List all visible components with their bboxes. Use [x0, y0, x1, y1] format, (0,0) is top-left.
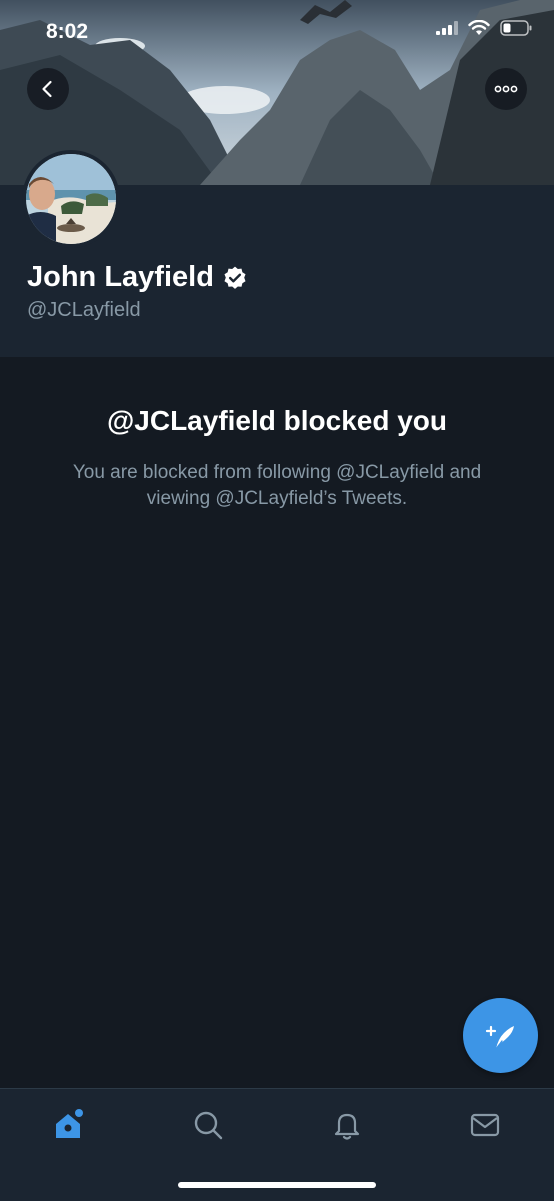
cellular-signal-icon	[436, 21, 458, 35]
avatar[interactable]	[22, 150, 120, 248]
bell-icon	[334, 1113, 360, 1140]
back-arrow-icon	[42, 80, 52, 98]
verified-badge-icon	[224, 266, 246, 289]
blocked-description: You are blocked from following @JCLayfie…	[72, 462, 482, 509]
back-button[interactable]	[27, 68, 69, 110]
wifi-icon	[468, 20, 490, 35]
compose-tweet-icon	[485, 1025, 514, 1050]
battery-icon	[500, 20, 532, 36]
mail-icon	[470, 1113, 500, 1137]
profile-handle: @JCLayfield	[27, 299, 141, 321]
avatar-photo	[26, 154, 116, 244]
home-icon	[56, 1109, 83, 1138]
compose-tweet-button[interactable]	[463, 998, 538, 1073]
status-icons	[436, 20, 532, 36]
more-options-button[interactable]	[485, 68, 527, 110]
status-bar: 8:02	[0, 0, 554, 64]
blocked-title: @JCLayfield blocked you	[106, 405, 448, 436]
tab-search[interactable]	[188, 1105, 228, 1145]
search-icon	[194, 1111, 223, 1140]
profile-name-row: John Layfield	[27, 261, 248, 294]
tab-messages[interactable]	[465, 1105, 505, 1145]
display-name: John Layfield	[27, 261, 214, 293]
status-time: 8:02	[46, 20, 89, 43]
more-options-icon	[494, 85, 518, 93]
tab-home[interactable]	[49, 1105, 89, 1145]
home-indicator	[178, 1182, 376, 1188]
tab-notifications[interactable]	[327, 1105, 367, 1145]
